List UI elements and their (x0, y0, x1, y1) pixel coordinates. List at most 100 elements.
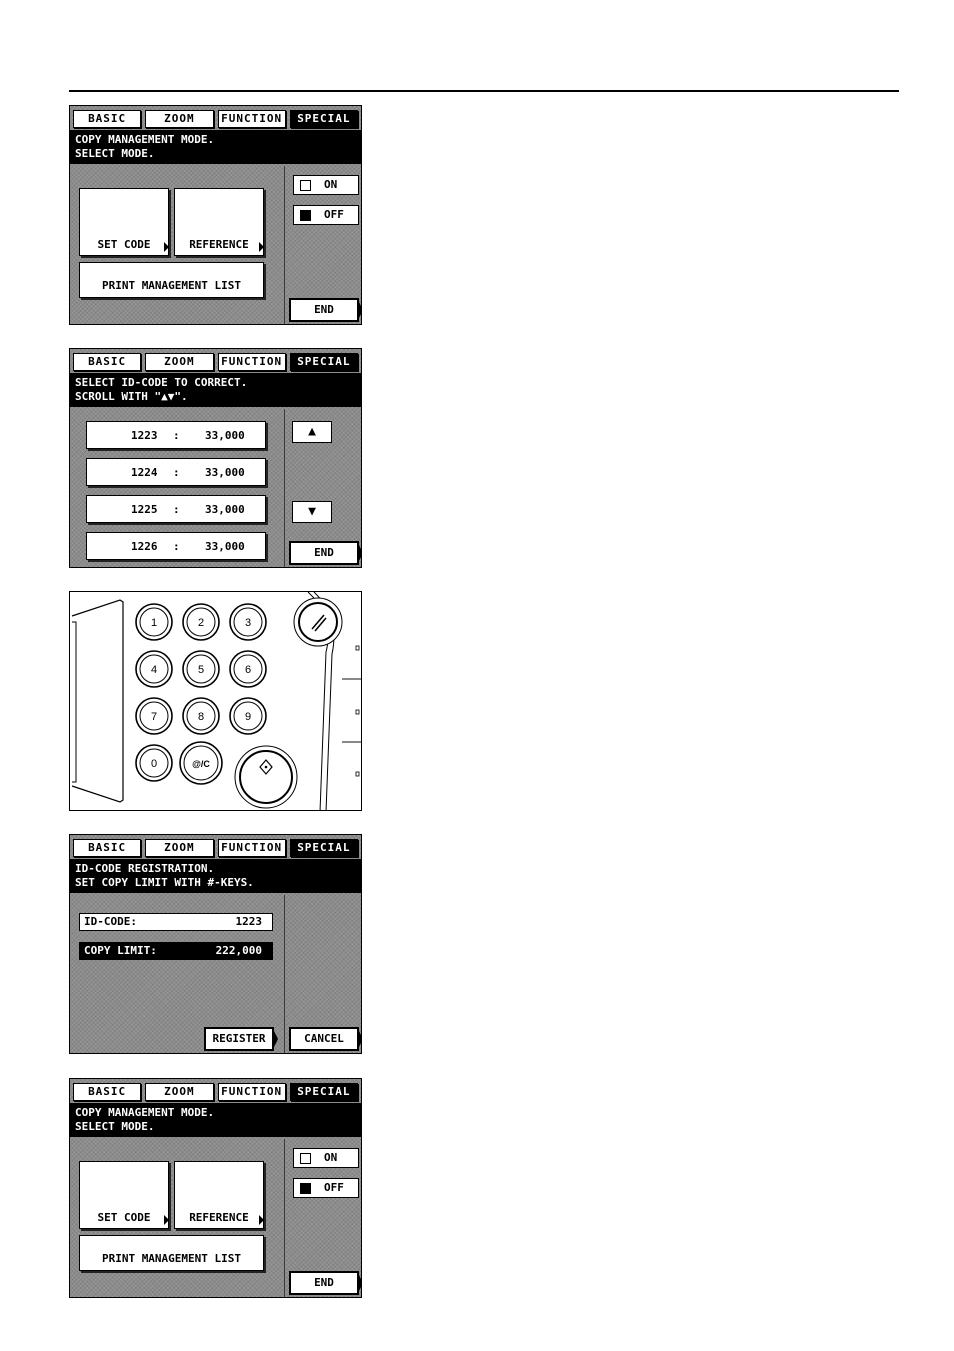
set-code-label: SET CODE (97, 238, 151, 251)
separator: : (173, 503, 180, 516)
number-key-6[interactable]: 6 (229, 650, 267, 688)
tab-bar: BASIC ZOOM FUNCTION SPECIAL (73, 1083, 358, 1101)
message-line: ID-CODE REGISTRATION. (75, 862, 215, 875)
copy-limit: 33,000 (205, 429, 245, 442)
number-key-8[interactable]: 8 (182, 697, 220, 735)
stop-clear-key[interactable]: @/C (179, 741, 223, 785)
tab-special[interactable]: SPECIAL (289, 353, 358, 371)
message-line: SET COPY LIMIT WITH #-KEYS. (75, 876, 254, 889)
arrow-right-icon (259, 242, 264, 252)
message-line: COPY MANAGEMENT MODE. (75, 1106, 215, 1119)
key-label: 2 (198, 617, 204, 629)
register-button[interactable]: REGISTER (204, 1027, 278, 1051)
reference-button[interactable]: REFERENCE (174, 1161, 264, 1229)
start-icon[interactable] (234, 745, 298, 809)
tab-basic[interactable]: BASIC (73, 839, 142, 857)
reference-label: REFERENCE (189, 1211, 249, 1224)
message-line: SCROLL WITH "▲▼". (75, 390, 188, 403)
number-key-3[interactable]: 3 (229, 603, 267, 641)
end-button[interactable]: END (289, 541, 361, 565)
scroll-down-button[interactable]: ▼ (292, 501, 332, 523)
id-code-select-screen: BASIC ZOOM FUNCTION SPECIAL SELECT ID-CO… (69, 348, 362, 568)
key-label: 1 (151, 617, 157, 629)
arrow-up-icon: ▲ (308, 424, 316, 439)
key-label: 7 (151, 711, 157, 723)
on-toggle[interactable]: ON (293, 1148, 359, 1168)
tab-zoom[interactable]: ZOOM (145, 353, 214, 371)
set-code-button[interactable]: SET CODE (79, 188, 169, 256)
checkbox-empty-icon (300, 1153, 311, 1164)
off-label: OFF (324, 1181, 344, 1194)
header-rule (69, 90, 899, 92)
number-key-2[interactable]: 2 (182, 603, 220, 641)
key-label: 4 (151, 664, 157, 676)
off-toggle[interactable]: OFF (293, 1178, 359, 1198)
id-code-row[interactable]: 1224 : 33,000 (86, 458, 266, 486)
set-code-label: SET CODE (97, 1211, 151, 1224)
reference-button[interactable]: REFERENCE (174, 188, 264, 256)
id-code-field[interactable]: ID-CODE: 1223 (79, 913, 273, 931)
print-management-list-button[interactable]: PRINT MANAGEMENT LIST (79, 1235, 264, 1271)
number-key-7[interactable]: 7 (135, 697, 173, 735)
tab-zoom[interactable]: ZOOM (145, 839, 214, 857)
end-button[interactable]: END (289, 298, 361, 322)
id-code-row[interactable]: 1226 : 33,000 (86, 532, 266, 560)
number-key-9[interactable]: 9 (229, 697, 267, 735)
arrow-down-icon: ▼ (308, 504, 316, 519)
separator: : (173, 540, 180, 553)
tab-special[interactable]: SPECIAL (289, 839, 358, 857)
tab-basic[interactable]: BASIC (73, 353, 142, 371)
tab-function[interactable]: FUNCTION (217, 1083, 286, 1101)
tab-function[interactable]: FUNCTION (217, 839, 286, 857)
tab-basic[interactable]: BASIC (73, 1083, 142, 1101)
checkbox-filled-icon (300, 210, 311, 221)
key-label: 3 (245, 617, 251, 629)
id-code-registration-screen: BASIC ZOOM FUNCTION SPECIAL ID-CODE REGI… (69, 834, 362, 1054)
tab-zoom[interactable]: ZOOM (145, 110, 214, 128)
separator: : (173, 429, 180, 442)
tab-basic[interactable]: BASIC (73, 110, 142, 128)
key-label: 8 (198, 711, 204, 723)
checkbox-filled-icon (300, 1183, 311, 1194)
off-toggle[interactable]: OFF (293, 205, 359, 225)
operation-keypad: 1 2 3 4 5 6 7 8 9 0 @/C (69, 591, 362, 811)
tab-special[interactable]: SPECIAL (289, 1083, 358, 1101)
message-line: COPY MANAGEMENT MODE. (75, 133, 215, 146)
arrow-right-icon (164, 242, 169, 252)
copy-management-screen: BASIC ZOOM FUNCTION SPECIAL COPY MANAGEM… (69, 1078, 362, 1298)
cancel-button[interactable]: CANCEL (289, 1027, 361, 1051)
number-key-0[interactable]: 0 (135, 744, 173, 782)
key-label: 9 (245, 711, 251, 723)
id-code-row[interactable]: 1225 : 33,000 (86, 495, 266, 523)
id-code-row[interactable]: 1223 : 33,000 (86, 421, 266, 449)
arrow-right-icon (164, 1215, 169, 1225)
on-label: ON (324, 178, 338, 191)
message-bar: ID-CODE REGISTRATION. SET COPY LIMIT WIT… (70, 859, 361, 893)
scroll-up-button[interactable]: ▲ (292, 421, 332, 443)
copy-limit: 33,000 (205, 540, 245, 553)
number-key-5[interactable]: 5 (182, 650, 220, 688)
number-key-1[interactable]: 1 (135, 603, 173, 641)
message-line: SELECT MODE. (75, 147, 155, 160)
tab-zoom[interactable]: ZOOM (145, 1083, 214, 1101)
id-code: 1223 (131, 429, 158, 442)
arrow-right-icon (259, 1215, 264, 1225)
print-management-list-label: PRINT MANAGEMENT LIST (101, 279, 242, 292)
id-code-value: 1223 (235, 915, 263, 928)
reference-label: REFERENCE (189, 238, 249, 251)
copy-limit-field[interactable]: COPY LIMIT: 222,000 (79, 942, 273, 960)
on-toggle[interactable]: ON (293, 175, 359, 195)
number-key-4[interactable]: 4 (135, 650, 173, 688)
set-code-button[interactable]: SET CODE (79, 1161, 169, 1229)
separator: : (173, 466, 180, 479)
print-management-list-label: PRINT MANAGEMENT LIST (101, 1252, 242, 1265)
key-label: 0 (151, 758, 157, 770)
print-management-list-button[interactable]: PRINT MANAGEMENT LIST (79, 262, 264, 298)
tab-special[interactable]: SPECIAL (289, 110, 358, 128)
reset-icon[interactable] (293, 597, 343, 647)
message-line: SELECT ID-CODE TO CORRECT. (75, 376, 248, 389)
tab-function[interactable]: FUNCTION (217, 110, 286, 128)
tab-function[interactable]: FUNCTION (217, 353, 286, 371)
copy-limit: 33,000 (205, 466, 245, 479)
end-button[interactable]: END (289, 1271, 361, 1295)
